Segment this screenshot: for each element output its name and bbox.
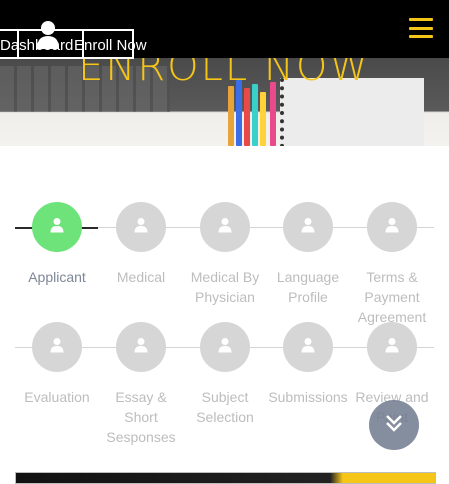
step-label: Subject Selection xyxy=(196,389,254,425)
step-label: Evaluation xyxy=(24,389,90,405)
double-chevron-down-icon xyxy=(384,413,404,437)
user-icon xyxy=(50,337,64,357)
user-icon xyxy=(134,217,148,237)
step-row1-3[interactable]: Language Profile xyxy=(266,202,350,307)
step-row1-4[interactable]: Terms & Payment Agreement xyxy=(350,202,434,327)
user-icon xyxy=(134,337,148,357)
step-row1-1[interactable]: Medical xyxy=(99,202,183,287)
user-icon xyxy=(385,337,399,357)
next-section-preview xyxy=(15,472,436,484)
step-label: Submissions xyxy=(268,389,348,405)
step-row2-3[interactable]: Submissions xyxy=(266,322,350,407)
user-icon xyxy=(301,337,315,357)
step-row1-0[interactable]: Applicant xyxy=(15,202,99,287)
step-label: Medical By Physician xyxy=(190,269,260,305)
step-label: Medical xyxy=(116,269,166,285)
step-row2-0[interactable]: Evaluation xyxy=(15,322,99,407)
step-circle[interactable] xyxy=(32,322,82,372)
user-icon xyxy=(385,217,399,237)
step-row2-2[interactable]: Subject Selection xyxy=(183,322,267,427)
step-row2-1[interactable]: Essay & Short Sesponses xyxy=(99,322,183,447)
user-icon xyxy=(36,20,60,54)
step-label: Essay & Short Sesponses xyxy=(106,389,176,445)
step-circle[interactable] xyxy=(32,202,82,252)
user-icon xyxy=(218,337,232,357)
user-icon xyxy=(50,217,64,237)
step-label: Terms & Payment Agreement xyxy=(357,269,427,325)
user-icon xyxy=(218,217,232,237)
user-icon xyxy=(301,217,315,237)
enroll-now-button[interactable]: Enroll Now xyxy=(17,29,147,59)
step-circle[interactable] xyxy=(200,202,250,252)
step-row1-2[interactable]: Medical By Physician xyxy=(183,202,267,307)
hamburger-icon[interactable] xyxy=(409,18,433,38)
step-label: Language Profile xyxy=(276,269,340,305)
step-circle[interactable] xyxy=(116,322,166,372)
step-circle[interactable] xyxy=(283,322,333,372)
step-circle[interactable] xyxy=(283,202,333,252)
step-circle[interactable] xyxy=(367,322,417,372)
scroll-down-button[interactable] xyxy=(369,400,419,450)
step-label: Applicant xyxy=(28,269,86,285)
step-circle[interactable] xyxy=(116,202,166,252)
hero-title: ENROLL NOW xyxy=(78,58,371,90)
step-circle[interactable] xyxy=(367,202,417,252)
step-circle[interactable] xyxy=(200,322,250,372)
hero-banner: ENROLL NOW xyxy=(0,58,449,146)
